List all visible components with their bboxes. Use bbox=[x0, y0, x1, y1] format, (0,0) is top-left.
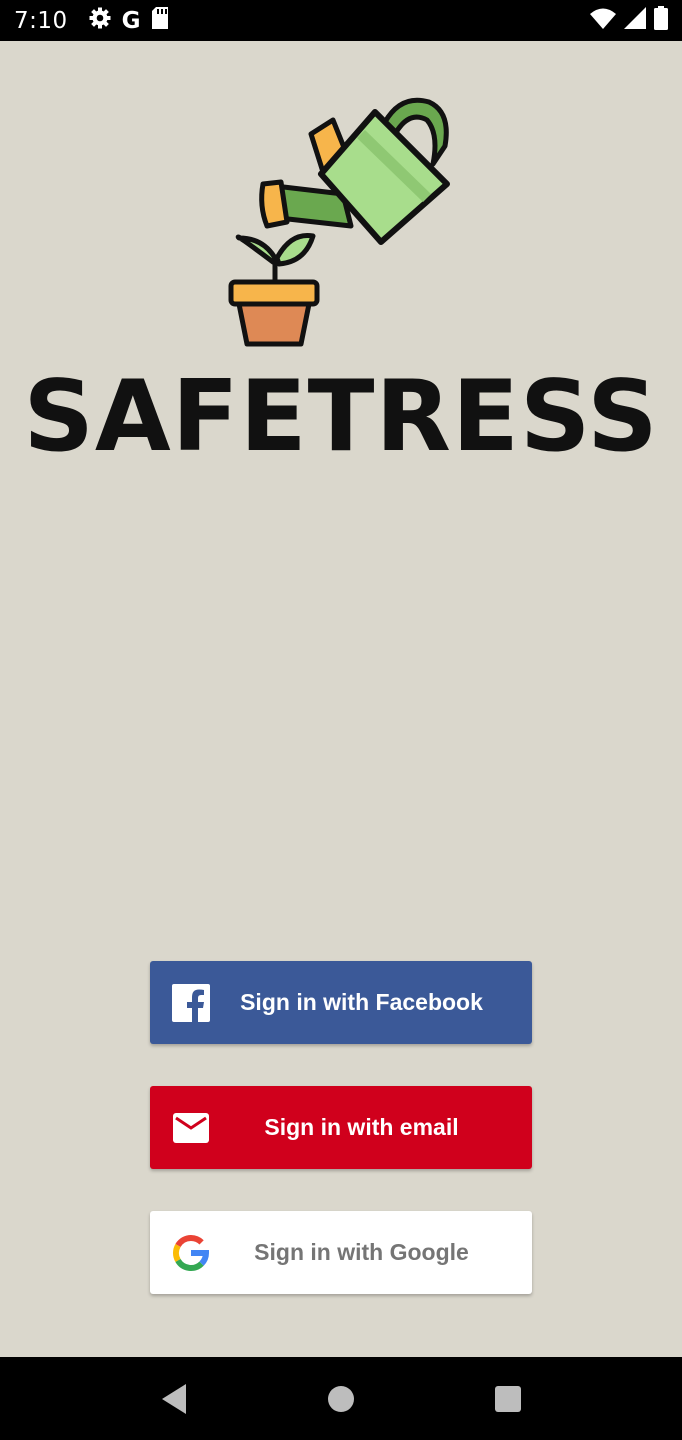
google-signin-label: Sign in with Google bbox=[254, 1239, 469, 1265]
home-icon[interactable] bbox=[321, 1379, 361, 1419]
facebook-signin-label: Sign in with Facebook bbox=[240, 989, 483, 1015]
recents-icon[interactable] bbox=[488, 1379, 528, 1419]
email-signin-label: Sign in with email bbox=[264, 1114, 459, 1140]
google-g-icon: G bbox=[121, 7, 141, 34]
google-icon bbox=[171, 1233, 211, 1273]
sd-card-icon bbox=[151, 7, 169, 34]
status-bar: 7:10 G bbox=[0, 0, 682, 41]
watering-can-plant-logo bbox=[225, 90, 460, 352]
back-icon[interactable] bbox=[154, 1379, 194, 1419]
google-signin-button[interactable]: Sign in with Google bbox=[150, 1211, 532, 1294]
cell-signal-icon bbox=[624, 7, 646, 34]
status-notification-icons: G bbox=[88, 6, 169, 35]
status-system-icons bbox=[590, 6, 668, 35]
battery-icon bbox=[654, 6, 668, 35]
email-signin-button[interactable]: Sign in with email bbox=[150, 1086, 532, 1169]
navigation-bar bbox=[0, 1357, 682, 1440]
mail-icon bbox=[171, 1108, 211, 1148]
facebook-signin-button[interactable]: Sign in with Facebook bbox=[150, 961, 532, 1044]
status-time: 7:10 bbox=[14, 7, 68, 34]
facebook-icon bbox=[171, 983, 211, 1023]
wifi-icon bbox=[590, 7, 616, 34]
app-title: SAFETRESS bbox=[23, 360, 659, 474]
gear-icon bbox=[88, 6, 112, 35]
